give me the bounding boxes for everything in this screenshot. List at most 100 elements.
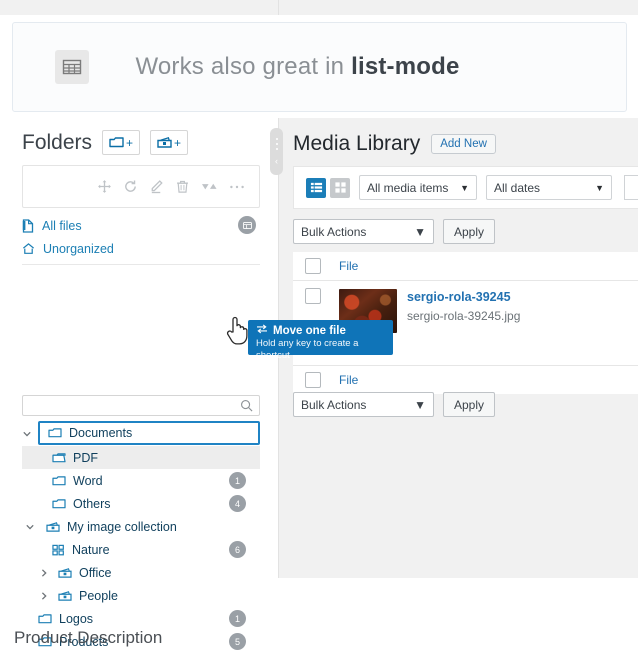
- chevron-down-icon: ▼: [414, 224, 426, 239]
- tree-label-my-image-collection: My image collection: [67, 519, 177, 534]
- chevron-down-icon: ▼: [414, 397, 426, 412]
- tree-row-others[interactable]: Others 4: [22, 492, 260, 515]
- drag-tooltip-line1: Move one file: [256, 324, 385, 338]
- delete-icon[interactable]: [175, 179, 190, 194]
- media-list-header: File: [293, 252, 638, 281]
- more-icon[interactable]: [229, 184, 245, 190]
- chevron-right-icon[interactable]: [36, 591, 52, 601]
- tree-badge-others: 4: [229, 495, 246, 512]
- tree-row-documents[interactable]: Documents: [22, 421, 260, 446]
- grid-view-icon[interactable]: [330, 177, 350, 198]
- edge-cut-off-control[interactable]: [624, 175, 638, 200]
- move-icon[interactable]: [97, 179, 112, 194]
- file-title[interactable]: sergio-rola-39245: [407, 289, 520, 305]
- folder-icon: [38, 613, 52, 625]
- chevron-right-icon[interactable]: [36, 568, 52, 578]
- bulk-actions-row-bottom: Bulk Actions ▼ Apply: [293, 392, 496, 417]
- collection-icon: [58, 590, 72, 602]
- tree-row-people[interactable]: People: [22, 584, 260, 607]
- chevron-down-icon[interactable]: [22, 426, 32, 444]
- drag-tooltip-hint: Hold any key to create a shortcut: [256, 338, 359, 361]
- tree-label-people: People: [79, 588, 118, 603]
- quick-links: All files Unorganized: [22, 214, 260, 260]
- list-mode-banner: Works also great in list-mode: [12, 22, 627, 112]
- file-icon: [22, 218, 34, 233]
- tree-badge-logos: 1: [229, 610, 246, 627]
- screenshot-root: Works also great in list-mode Folders + …: [0, 0, 638, 650]
- media-list-footer: File: [293, 366, 638, 394]
- view-mode-toggle: [306, 177, 350, 198]
- bulk-actions-select-top[interactable]: Bulk Actions ▼: [293, 219, 434, 244]
- page-title: Media Library: [293, 132, 421, 155]
- media-library-header: Media Library Add New: [293, 132, 496, 156]
- folder-open-icon: [52, 452, 66, 464]
- folder-icon: [48, 427, 62, 439]
- folder-icon: [109, 137, 124, 148]
- folder-search[interactable]: [22, 395, 260, 416]
- tree-label-logos: Logos: [59, 611, 94, 626]
- tree-label-word: Word: [73, 473, 103, 488]
- tree-label-nature: Nature: [72, 542, 110, 557]
- media-type-filter[interactable]: All media items ▼: [359, 175, 477, 200]
- search-icon: [240, 399, 253, 412]
- quick-link-unorganized[interactable]: Unorganized: [22, 237, 260, 260]
- tree-row-office[interactable]: Office: [22, 561, 260, 584]
- new-folder-plus: +: [126, 135, 134, 150]
- quick-link-label-unorganized: Unorganized: [43, 241, 114, 256]
- select-all-checkbox-top[interactable]: [305, 258, 321, 274]
- drag-tooltip-title: Move one file: [273, 325, 346, 337]
- tree-row-nature[interactable]: Nature 6: [22, 538, 260, 561]
- row-checkbox[interactable]: [305, 288, 321, 304]
- grid-icon: [52, 544, 65, 556]
- file-name: sergio-rola-39245.jpg: [407, 309, 521, 323]
- bottom-heading: Product Description: [14, 628, 163, 647]
- collection-icon: [46, 521, 60, 533]
- media-type-filter-value: All media items: [367, 180, 449, 195]
- refresh-icon[interactable]: [123, 179, 138, 194]
- tree-row-pdf[interactable]: PDF: [22, 446, 260, 469]
- tree-row-my-image-collection[interactable]: My image collection: [22, 515, 260, 538]
- bulk-actions-value-top: Bulk Actions: [301, 224, 367, 239]
- folder-icon: [52, 475, 66, 487]
- splitter-dot: [275, 137, 278, 140]
- chevron-down-icon: ▼: [595, 182, 604, 193]
- tree-row-logos[interactable]: Logos 1: [22, 607, 260, 630]
- add-new-button[interactable]: Add New: [431, 134, 496, 154]
- top-strip: [0, 0, 638, 15]
- banner-text-strong: list-mode: [351, 53, 460, 80]
- splitter-dot: [275, 142, 278, 145]
- folder-tree: Documents PDF Word 1 Others 4 My image c…: [22, 421, 260, 653]
- collection-icon: [58, 567, 72, 579]
- apply-button-bottom[interactable]: Apply: [443, 392, 496, 417]
- banner-text-plain: Works also great in: [135, 53, 352, 80]
- move-swap-icon: [256, 324, 268, 338]
- tree-row-word[interactable]: Word 1: [22, 469, 260, 492]
- apply-button-top[interactable]: Apply: [443, 219, 496, 244]
- bulk-actions-row-top: Bulk Actions ▼ Apply: [293, 219, 496, 244]
- collapse-chevron-icon[interactable]: ‹: [275, 156, 278, 166]
- folders-title: Folders: [22, 130, 93, 154]
- top-strip-divider: [278, 0, 279, 15]
- select-all-checkbox-bottom[interactable]: [305, 372, 321, 388]
- sort-icon[interactable]: [201, 179, 218, 194]
- chevron-down-icon: ▼: [460, 182, 469, 193]
- quick-link-all-files[interactable]: All files: [22, 214, 260, 237]
- list-view-icon[interactable]: [306, 177, 326, 198]
- new-collection-button[interactable]: +: [150, 130, 189, 155]
- date-filter[interactable]: All dates ▼: [486, 175, 612, 200]
- splitter-dot: [275, 147, 278, 150]
- column-header-file[interactable]: File: [339, 252, 358, 280]
- table-grid-icon: [55, 50, 89, 84]
- media-filter-bar: All media items ▼ All dates ▼: [293, 166, 638, 209]
- column-footer-file[interactable]: File: [339, 366, 358, 394]
- folder-search-input[interactable]: [29, 397, 240, 414]
- quick-links-separator: [22, 264, 260, 265]
- folder-tools-toolbar: [22, 165, 260, 208]
- tree-label-pdf: PDF: [73, 450, 98, 465]
- chevron-down-icon[interactable]: [22, 522, 38, 532]
- all-files-badge: [238, 216, 256, 234]
- bulk-actions-select-bottom[interactable]: Bulk Actions ▼: [293, 392, 434, 417]
- edit-icon[interactable]: [149, 179, 164, 194]
- new-folder-button[interactable]: +: [102, 130, 141, 155]
- tree-label-office: Office: [79, 565, 112, 580]
